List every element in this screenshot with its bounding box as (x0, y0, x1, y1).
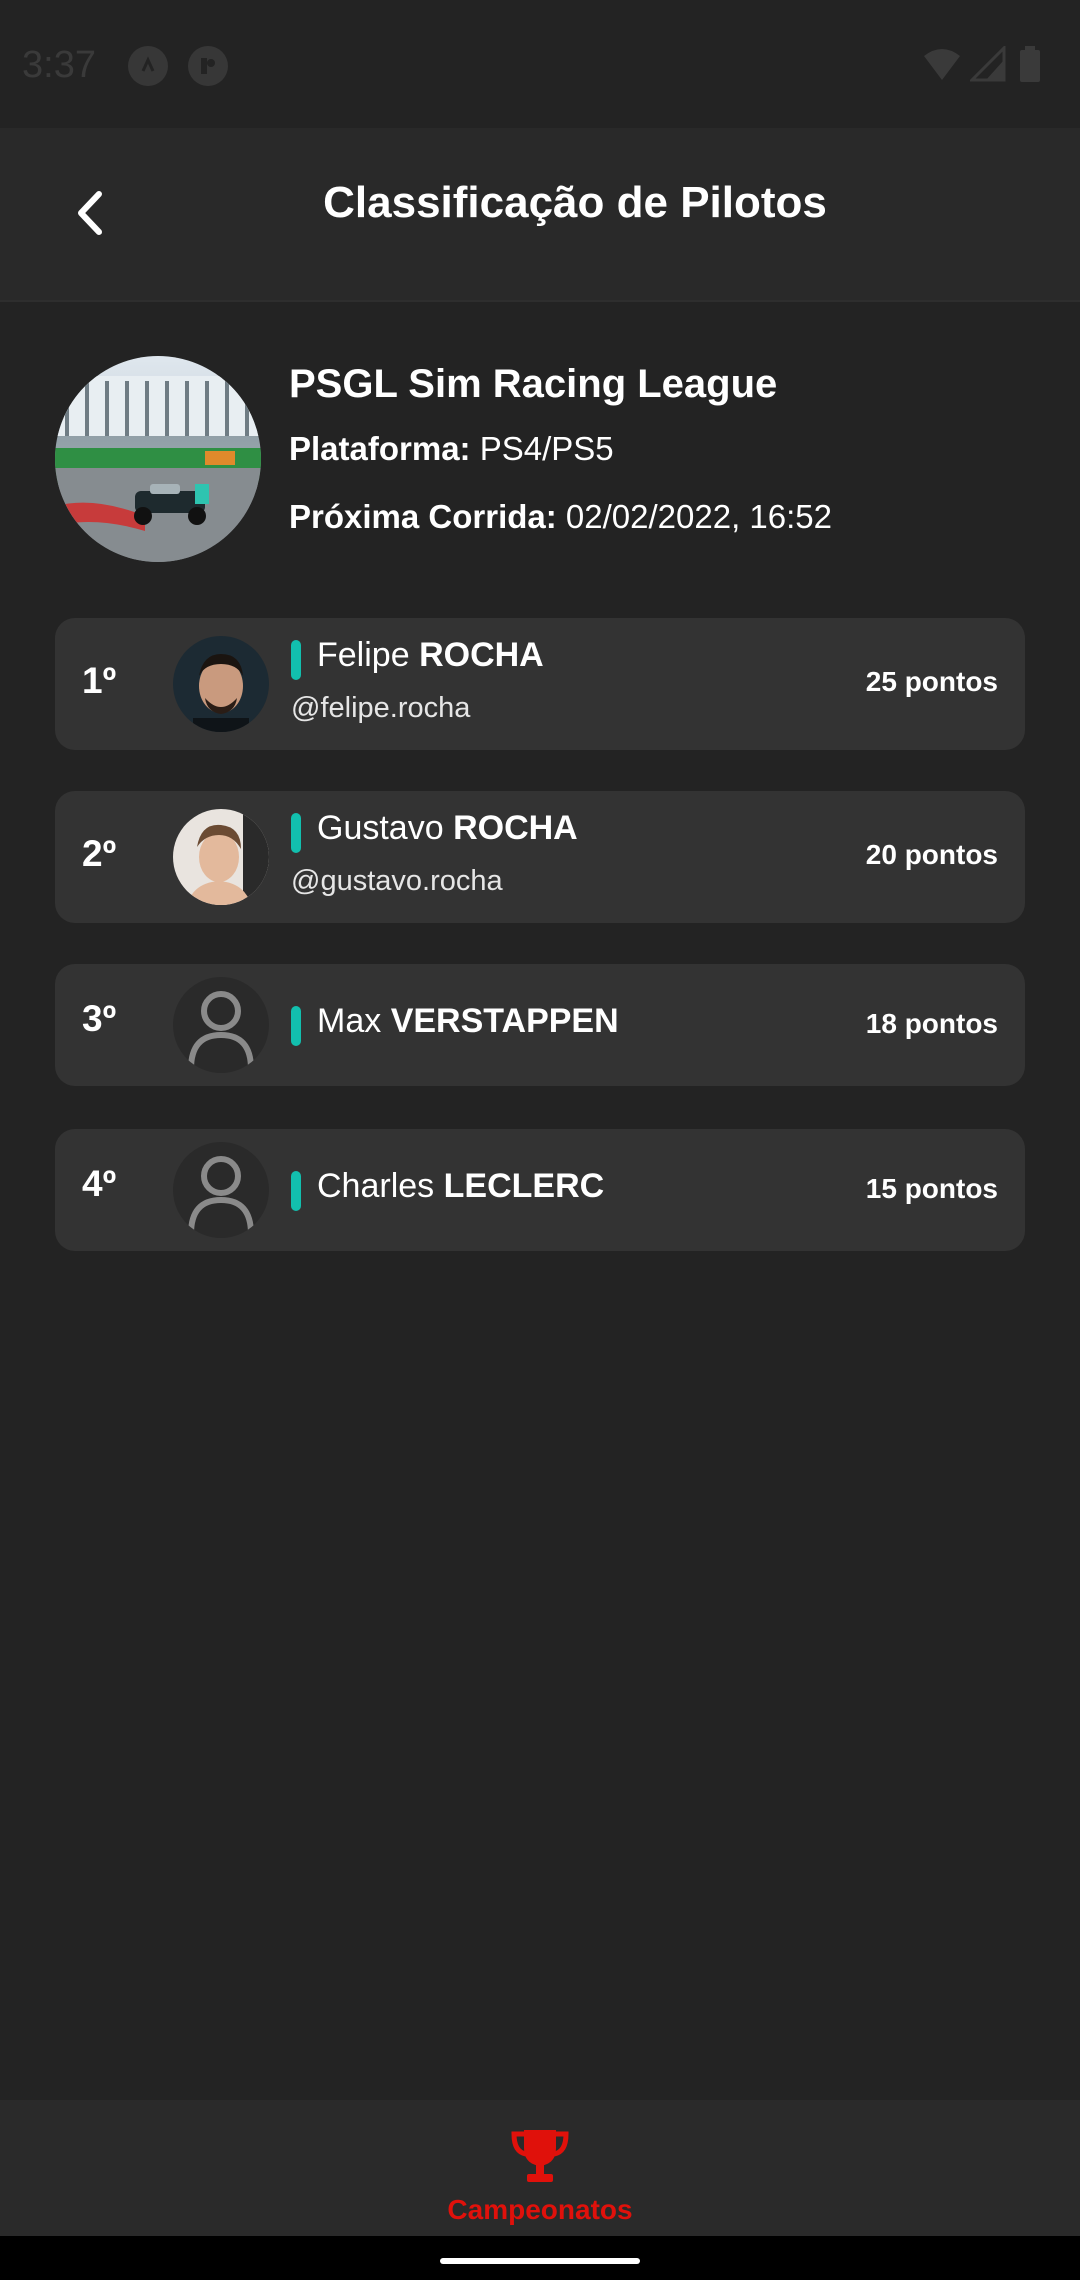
driver-name: Charles LECLERC (317, 1167, 604, 1206)
driver-card-3[interactable]: 3º Max VERSTAPPEN 18 pontos (55, 964, 1025, 1086)
platform-label: Plataforma: (289, 430, 471, 467)
battery-icon (1018, 46, 1042, 87)
driver-avatar (173, 636, 269, 732)
next-race-label: Próxima Corrida: (289, 498, 557, 535)
driver-position: 4º (82, 1163, 117, 1204)
screen: 3:37 Classificação de Pilotos PSGL Sim R… (0, 0, 1080, 2280)
team-color-bar (291, 1171, 301, 1211)
next-race-value: 02/02/2022, 16:52 (565, 498, 833, 535)
driver-position: 3º (82, 998, 117, 1039)
status-bar: 3:37 (0, 0, 1080, 128)
app-header: Classificação de Pilotos (0, 128, 1080, 302)
user-placeholder-icon (173, 1142, 269, 1238)
driver-card-2[interactable]: 2º Gustavo ROCHA @gustavo.rocha 20 ponto… (55, 791, 1025, 923)
home-gesture-bar[interactable] (440, 2258, 640, 2264)
team-color-bar (291, 813, 301, 853)
team-color-bar (291, 640, 301, 680)
nav-label: Campeonatos (447, 2194, 633, 2225)
nav-item-campeonatos[interactable]: Campeonatos (430, 2126, 650, 2226)
driver-points: 25 pontos (865, 666, 998, 697)
driver-handle: @felipe.rocha (291, 692, 471, 724)
driver-last-name: ROCHA (419, 636, 544, 674)
league-image (55, 356, 261, 562)
status-time: 3:37 (22, 44, 96, 86)
driver-first-name: Gustavo (317, 809, 444, 847)
app-notification-icon-2 (188, 46, 228, 86)
page-title: Classificação de Pilotos (323, 178, 827, 227)
driver-points: 15 pontos (865, 1173, 998, 1204)
driver-first-name: Charles (317, 1167, 435, 1205)
status-icons (922, 44, 1062, 87)
driver-name: Gustavo ROCHA (317, 809, 578, 848)
league-next-race: Próxima Corrida: 02/02/2022, 16:52 (289, 498, 832, 536)
driver-name: Felipe ROCHA (317, 636, 544, 675)
driver-last-name: ROCHA (453, 809, 578, 847)
user-placeholder-icon (173, 977, 269, 1073)
driver-avatar (173, 809, 269, 905)
app-notification-icon (128, 46, 168, 86)
trophy-icon (511, 2130, 569, 2182)
driver-first-name: Felipe (317, 636, 410, 674)
driver-last-name: LECLERC (443, 1167, 605, 1205)
driver-points: 18 pontos (865, 1008, 998, 1039)
team-color-bar (291, 1006, 301, 1046)
league-name: PSGL Sim Racing League (289, 362, 778, 406)
driver-points: 20 pontos (865, 839, 998, 870)
league-platform: Plataforma: PS4/PS5 (289, 430, 614, 468)
wifi-icon (922, 46, 962, 87)
system-nav-area (0, 2236, 1080, 2280)
driver-first-name: Max (317, 1002, 382, 1040)
bottom-nav: Campeonatos (0, 2100, 1080, 2236)
league-info: PSGL Sim Racing League Plataforma: PS4/P… (55, 356, 1035, 566)
driver-name: Max VERSTAPPEN (317, 1002, 619, 1041)
signal-icon (968, 44, 1006, 87)
driver-handle: @gustavo.rocha (291, 865, 503, 897)
driver-card-1[interactable]: 1º Felipe ROCHA @felipe.rocha 25 pontos (55, 618, 1025, 750)
platform-value: PS4/PS5 (479, 430, 614, 467)
driver-position: 1º (82, 660, 117, 701)
driver-last-name: VERSTAPPEN (390, 1002, 619, 1040)
driver-position: 2º (82, 833, 117, 874)
driver-card-4[interactable]: 4º Charles LECLERC 15 pontos (55, 1129, 1025, 1251)
